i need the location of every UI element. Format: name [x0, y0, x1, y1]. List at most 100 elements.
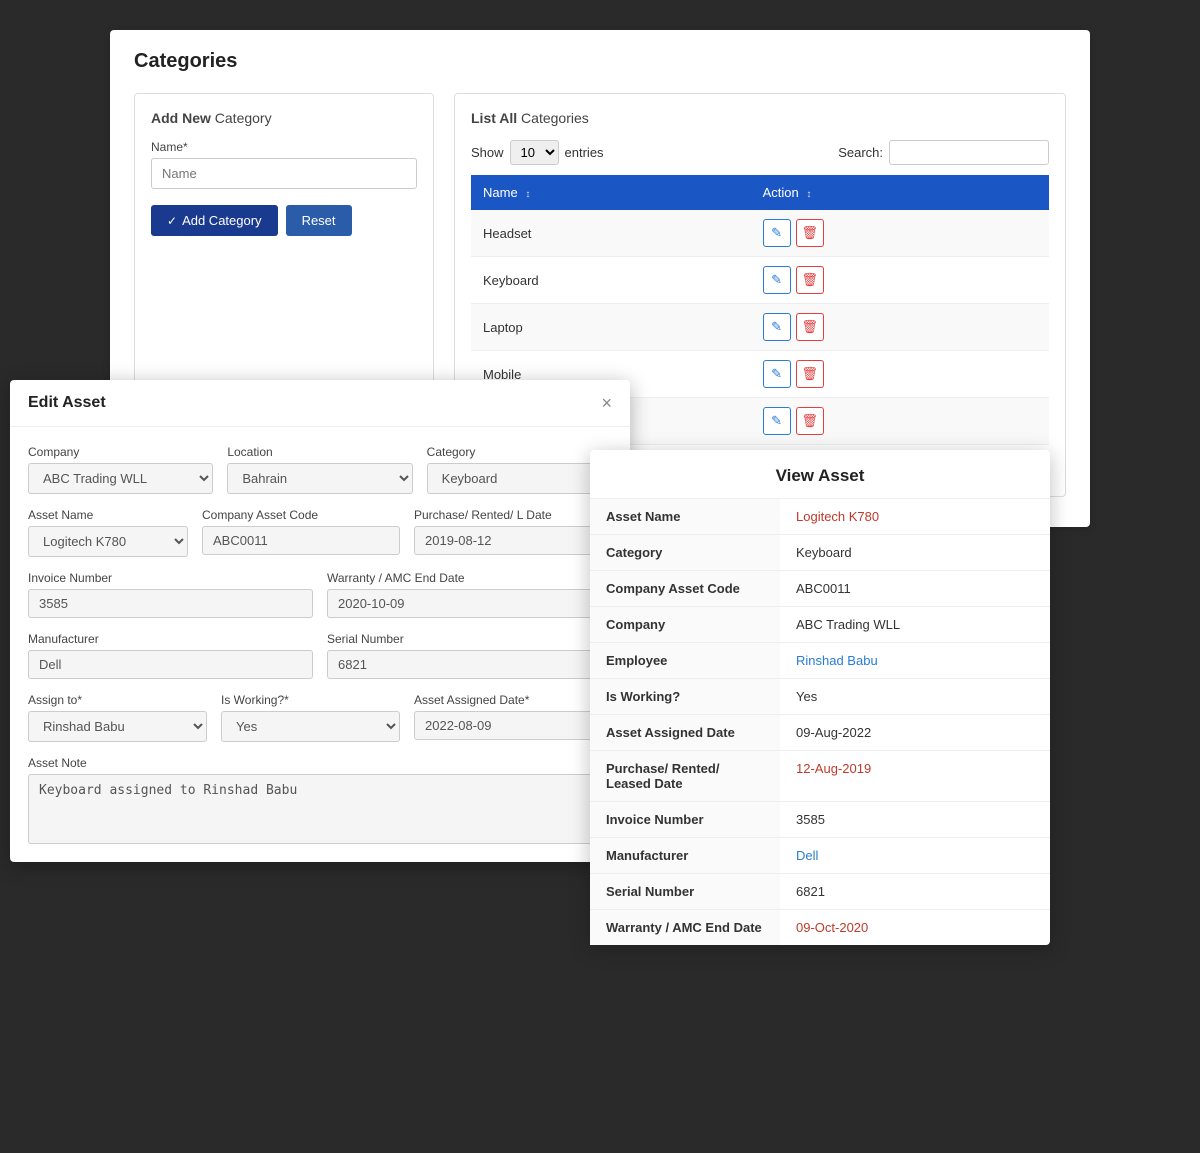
- company-asset-code-group: Company Asset Code: [202, 508, 400, 557]
- action-cell: ✎ 🗑: [751, 351, 1049, 398]
- name-label: Name*: [151, 140, 417, 154]
- view-label: Warranty / AMC End Date: [590, 910, 780, 945]
- view-value: ABC Trading WLL: [780, 607, 1050, 642]
- search-label: Search:: [838, 145, 883, 160]
- company-label: Company: [28, 445, 213, 459]
- action-sort-icon[interactable]: ↕: [806, 189, 811, 200]
- view-value: ABC0011: [780, 571, 1050, 606]
- action-cell: ✎ 🗑: [751, 257, 1049, 304]
- purchase-date-group: Purchase/ Rented/ L Date: [414, 508, 612, 557]
- invoice-number-group: Invoice Number: [28, 571, 313, 618]
- assign-to-label: Assign to*: [28, 693, 207, 707]
- company-asset-code-label: Company Asset Code: [202, 508, 400, 522]
- checkmark-icon: [167, 213, 177, 228]
- action-btns: ✎ 🗑: [763, 313, 1037, 341]
- reset-button[interactable]: Reset: [286, 205, 352, 236]
- table-row: Headset ✎ 🗑: [471, 210, 1049, 257]
- asset-name-group: Asset Name Logitech K780: [28, 508, 188, 557]
- category-name-cell: Keyboard: [471, 257, 751, 304]
- row-invoice-warranty: Invoice Number Warranty / AMC End Date: [28, 571, 612, 618]
- add-category-btn-group: Add Category Reset: [151, 205, 417, 236]
- category-name-cell: Laptop: [471, 304, 751, 351]
- panel-title: Categories: [134, 50, 1066, 73]
- asset-note-group: Asset Note Keyboard assigned to Rinshad …: [28, 756, 612, 844]
- view-row: Is Working? Yes: [590, 679, 1050, 715]
- view-row: Company ABC Trading WLL: [590, 607, 1050, 643]
- edit-button[interactable]: ✎: [763, 313, 791, 341]
- modal-close-button[interactable]: ×: [601, 394, 612, 412]
- edit-button[interactable]: ✎: [763, 360, 791, 388]
- row-asset-name-code-date: Asset Name Logitech K780 Company Asset C…: [28, 508, 612, 557]
- is-working-label: Is Working?*: [221, 693, 400, 707]
- view-value: 12-Aug-2019: [780, 751, 1050, 801]
- asset-note-label: Asset Note: [28, 756, 612, 770]
- assigned-date-input[interactable]: [414, 711, 612, 740]
- view-row: Invoice Number 3585: [590, 802, 1050, 838]
- edit-button[interactable]: ✎: [763, 407, 791, 435]
- view-label: Is Working?: [590, 679, 780, 714]
- view-label: Company Asset Code: [590, 571, 780, 606]
- view-label: Manufacturer: [590, 838, 780, 873]
- serial-number-group: Serial Number: [327, 632, 612, 679]
- asset-note-textarea[interactable]: Keyboard assigned to Rinshad Babu: [28, 774, 612, 844]
- purchase-date-label: Purchase/ Rented/ L Date: [414, 508, 612, 522]
- manufacturer-input[interactable]: [28, 650, 313, 679]
- entries-label: entries: [565, 145, 604, 160]
- category-label: Category: [427, 445, 612, 459]
- asset-name-select[interactable]: Logitech K780: [28, 526, 188, 557]
- view-row: Warranty / AMC End Date 09-Oct-2020: [590, 910, 1050, 945]
- view-label: Purchase/ Rented/ Leased Date: [590, 751, 780, 801]
- modal-header: Edit Asset ×: [10, 380, 630, 427]
- delete-button[interactable]: 🗑: [796, 219, 824, 247]
- header-name: Name ↕: [471, 175, 751, 210]
- table-head: Name ↕ Action ↕: [471, 175, 1049, 210]
- view-label: Serial Number: [590, 874, 780, 909]
- view-value: 09-Oct-2020: [780, 910, 1050, 945]
- invoice-number-input[interactable]: [28, 589, 313, 618]
- warranty-group: Warranty / AMC End Date: [327, 571, 612, 618]
- view-asset-body: Asset Name Logitech K780 Category Keyboa…: [590, 499, 1050, 945]
- assign-to-select[interactable]: Rinshad Babu: [28, 711, 207, 742]
- show-entries: Show 10 25 50 entries: [471, 140, 604, 165]
- view-asset-panel: View Asset Asset Name Logitech K780 Cate…: [590, 450, 1050, 945]
- edit-button[interactable]: ✎: [763, 219, 791, 247]
- table-row: Keyboard ✎ 🗑: [471, 257, 1049, 304]
- category-select[interactable]: Keyboard: [427, 463, 612, 494]
- company-select[interactable]: ABC Trading WLL: [28, 463, 213, 494]
- add-box-title: Add New Category: [151, 110, 417, 126]
- delete-button[interactable]: 🗑: [796, 407, 824, 435]
- assigned-date-group: Asset Assigned Date*: [414, 693, 612, 742]
- delete-button[interactable]: 🗑: [796, 360, 824, 388]
- view-value: Logitech K780: [780, 499, 1050, 534]
- row-assign-working-date: Assign to* Rinshad Babu Is Working?* Yes…: [28, 693, 612, 742]
- company-asset-code-input[interactable]: [202, 526, 400, 555]
- serial-number-input[interactable]: [327, 650, 612, 679]
- name-sort-icon[interactable]: ↕: [525, 189, 530, 200]
- view-row: Employee Rinshad Babu: [590, 643, 1050, 679]
- view-row: Asset Assigned Date 09-Aug-2022: [590, 715, 1050, 751]
- search-input[interactable]: [889, 140, 1049, 165]
- action-cell: ✎ 🗑: [751, 398, 1049, 445]
- add-category-button[interactable]: Add Category: [151, 205, 278, 236]
- view-row: Serial Number 6821: [590, 874, 1050, 910]
- list-box-title: List All Categories: [471, 110, 1049, 126]
- edit-button[interactable]: ✎: [763, 266, 791, 294]
- show-entries-select[interactable]: 10 25 50: [510, 140, 559, 165]
- category-name-cell: Headset: [471, 210, 751, 257]
- warranty-label: Warranty / AMC End Date: [327, 571, 612, 585]
- view-label: Asset Assigned Date: [590, 715, 780, 750]
- modal-title: Edit Asset: [28, 394, 106, 412]
- warranty-input[interactable]: [327, 589, 612, 618]
- location-label: Location: [227, 445, 412, 459]
- name-input[interactable]: [151, 158, 417, 189]
- view-label: Employee: [590, 643, 780, 678]
- delete-button[interactable]: 🗑: [796, 313, 824, 341]
- action-btns: ✎ 🗑: [763, 360, 1037, 388]
- action-btns: ✎ 🗑: [763, 407, 1037, 435]
- purchase-date-input[interactable]: [414, 526, 612, 555]
- delete-button[interactable]: 🗑: [796, 266, 824, 294]
- is-working-select[interactable]: Yes: [221, 711, 400, 742]
- view-row: Manufacturer Dell: [590, 838, 1050, 874]
- view-value: Rinshad Babu: [780, 643, 1050, 678]
- location-select[interactable]: Bahrain: [227, 463, 412, 494]
